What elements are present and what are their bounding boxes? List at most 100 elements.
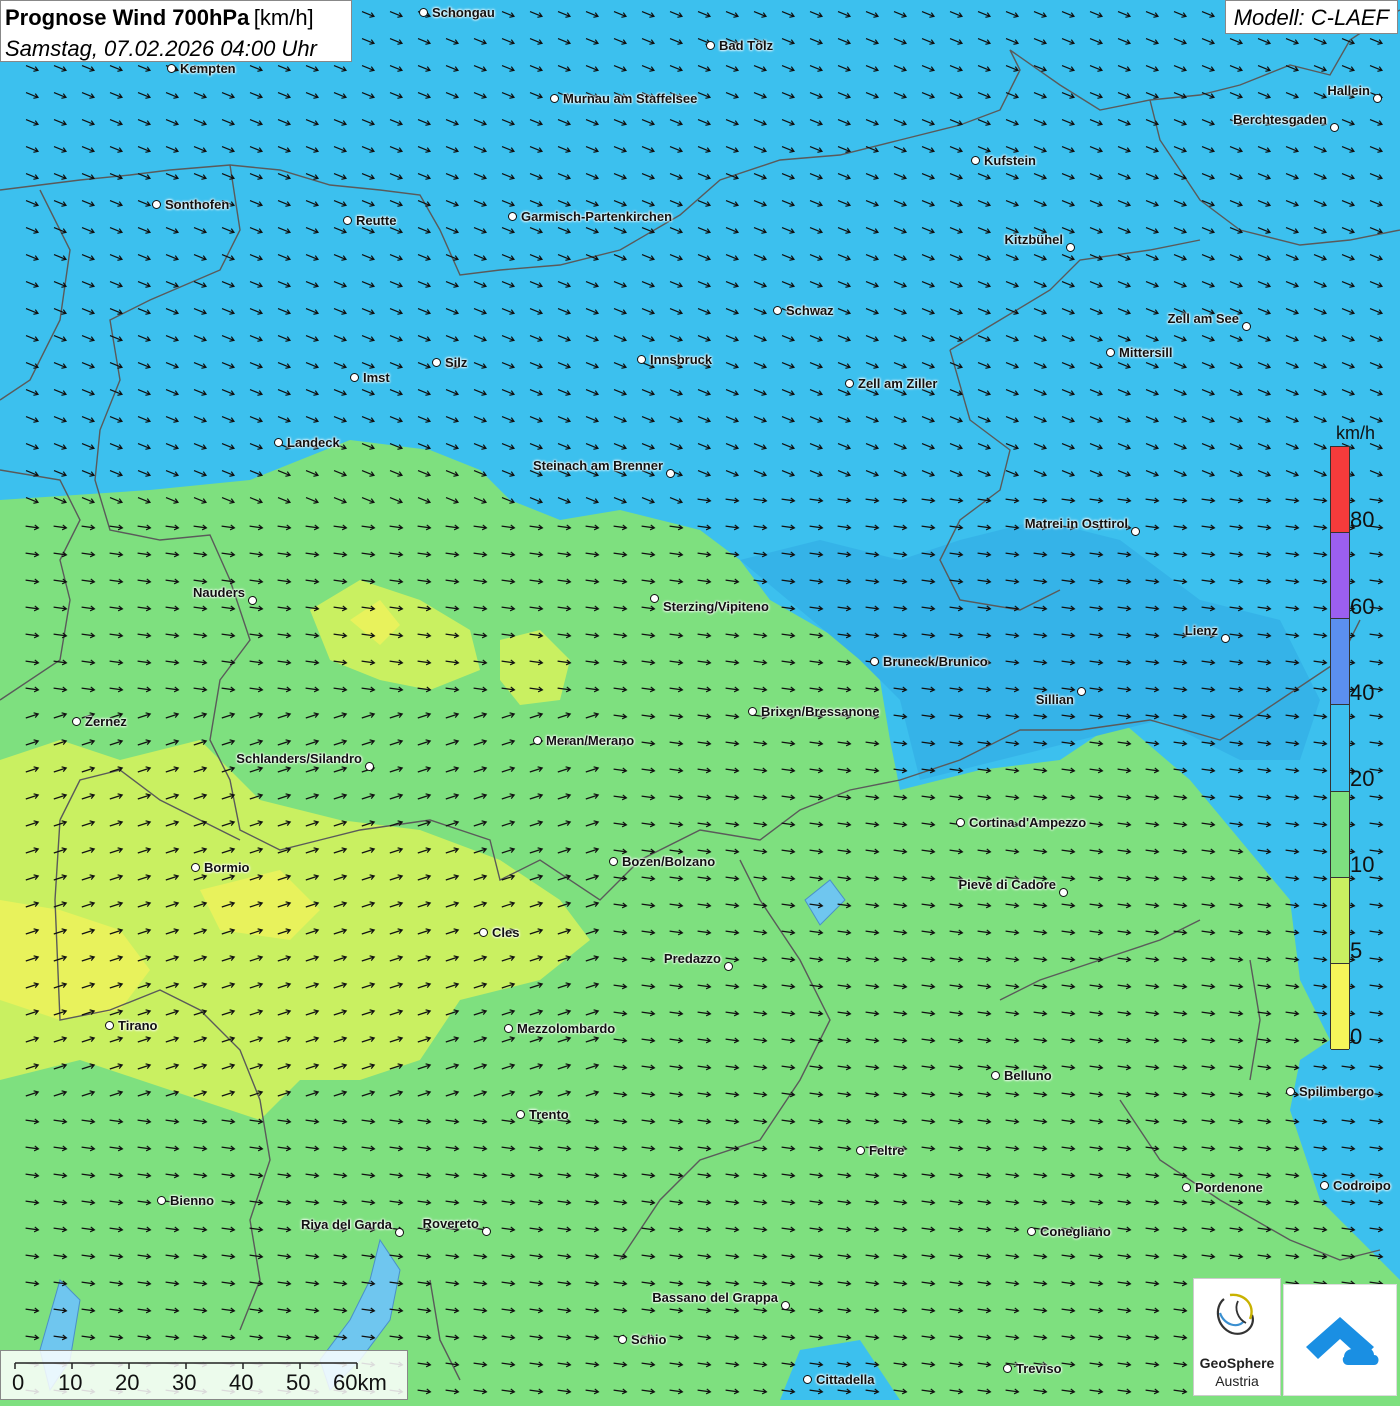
map-title: Prognose Wind 700hPa	[5, 5, 250, 30]
city-marker	[856, 1146, 865, 1155]
legend-tick-label: 80	[1350, 507, 1375, 532]
city-marker	[350, 373, 359, 382]
city-label: Bruneck/Brunico	[883, 654, 988, 669]
weather-app-logo[interactable]	[1283, 1284, 1397, 1396]
city-marker	[1059, 888, 1068, 897]
city-label: Sillian	[1035, 692, 1074, 707]
city-label: Pieve di Cadore	[958, 877, 1056, 892]
legend-colorbar	[1330, 446, 1350, 1050]
city-label: Bormio	[204, 860, 250, 875]
city-marker	[365, 762, 374, 771]
city-marker	[1182, 1183, 1191, 1192]
city-marker	[618, 1335, 627, 1344]
scale-label: 60km	[333, 1370, 387, 1395]
city-label: Sonthofen	[165, 197, 230, 212]
legend-segment	[1331, 533, 1349, 620]
city-marker	[773, 306, 782, 315]
city-marker	[72, 717, 81, 726]
city-label: Zernez	[85, 714, 127, 729]
city-marker	[157, 1196, 166, 1205]
city-label: Steinach am Brenner	[532, 458, 663, 473]
city-label: Cortina d'Ampezzo	[969, 815, 1087, 830]
city-marker	[1373, 94, 1382, 103]
city-label: Zell am See	[1167, 311, 1239, 326]
city-marker	[504, 1024, 513, 1033]
city-marker	[956, 818, 965, 827]
city-label: Garmisch-Partenkirchen	[521, 209, 673, 224]
geosphere-name: GeoSphere	[1199, 1355, 1275, 1371]
city-marker	[516, 1110, 525, 1119]
city-marker	[152, 200, 161, 209]
legend-tick-label: 0	[1350, 1024, 1363, 1049]
city-marker	[650, 594, 659, 603]
city-label: Treviso	[1016, 1361, 1062, 1376]
city-label: Schio	[631, 1332, 667, 1347]
legend-segment	[1331, 791, 1349, 878]
legend-segment	[1331, 447, 1349, 534]
scale-label: 20	[115, 1370, 140, 1395]
city-marker	[1320, 1181, 1329, 1190]
city-marker	[432, 358, 441, 367]
city-label: Tirano	[118, 1018, 158, 1033]
city-marker	[1106, 348, 1115, 357]
city-label: Kufstein	[984, 153, 1036, 168]
city-marker	[1003, 1364, 1012, 1373]
city-marker	[105, 1021, 114, 1030]
city-marker	[1077, 687, 1086, 696]
city-marker	[248, 596, 257, 605]
city-label: Conegliano	[1040, 1224, 1111, 1239]
city-marker	[971, 156, 980, 165]
city-label: Silz	[445, 355, 468, 370]
city-label: Matrei in Osttirol	[1024, 516, 1128, 531]
city-label: Nauders	[192, 585, 245, 600]
city-label: Mezzolombardo	[517, 1021, 616, 1036]
city-label: Hallein	[1327, 83, 1370, 98]
city-label: Belluno	[1004, 1068, 1052, 1083]
city-label: Cles	[492, 925, 520, 940]
city-label: Meran/Merano	[546, 733, 635, 748]
city-label: Imst	[363, 370, 390, 385]
city-marker	[343, 216, 352, 225]
geosphere-swirl-icon	[1216, 1293, 1254, 1335]
city-label: Kempten	[180, 61, 236, 76]
city-label: Bienno	[170, 1193, 215, 1208]
city-marker	[191, 863, 200, 872]
legend-segment	[1331, 705, 1349, 792]
city-label: Schlanders/Silandro	[236, 751, 362, 766]
city-marker	[803, 1375, 812, 1384]
city-marker	[1330, 123, 1339, 132]
city-label: Bad Tölz	[719, 38, 774, 53]
city-label: Trento	[529, 1107, 569, 1122]
legend-tick-label: 5	[1350, 938, 1363, 963]
city-marker	[666, 469, 675, 478]
legend-segment	[1331, 619, 1349, 706]
scale-label: 10	[58, 1370, 83, 1395]
city-label: Codroipo	[1333, 1178, 1391, 1193]
city-marker	[1066, 243, 1075, 252]
city-marker	[870, 657, 879, 666]
city-marker	[1242, 322, 1251, 331]
legend-tick-label: 40	[1350, 680, 1375, 705]
city-marker	[706, 41, 715, 50]
city-label: Lienz	[1184, 623, 1218, 638]
city-label: Schwaz	[786, 303, 834, 318]
legend-segment	[1331, 877, 1349, 964]
weather-app-icon	[1306, 1317, 1379, 1365]
city-label: Reutte	[356, 213, 397, 228]
city-marker	[1286, 1087, 1295, 1096]
city-label: Feltre	[869, 1143, 905, 1158]
city-marker	[845, 379, 854, 388]
legend-unit: km/h	[1336, 423, 1376, 443]
city-marker	[167, 64, 176, 73]
legend-tick-label: 10	[1350, 852, 1375, 877]
city-label: Murnau am Staffelsee	[563, 91, 698, 106]
city-marker	[1221, 634, 1230, 643]
city-marker	[482, 1227, 491, 1236]
city-marker	[637, 355, 646, 364]
city-marker	[748, 707, 757, 716]
city-marker	[508, 212, 517, 221]
city-marker	[533, 736, 542, 745]
city-marker	[1131, 527, 1140, 536]
city-marker	[479, 928, 488, 937]
city-label: Spilimbergo	[1299, 1084, 1375, 1099]
